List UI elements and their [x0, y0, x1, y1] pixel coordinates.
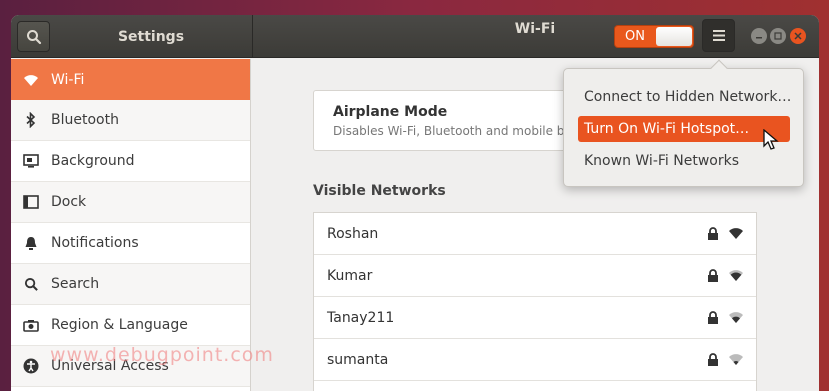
- signal-strength-icon: [729, 312, 743, 323]
- sidebar-item-dock[interactable]: Dock: [11, 182, 250, 223]
- search-icon: [23, 276, 39, 292]
- sidebar-item-search[interactable]: Search: [11, 264, 250, 305]
- search-button[interactable]: [17, 21, 50, 52]
- sidebar-item-bluetooth[interactable]: Bluetooth: [11, 100, 250, 141]
- visible-networks-heading: Visible Networks: [313, 183, 446, 199]
- airplane-mode-title: Airplane Mode: [333, 104, 448, 120]
- airplane-mode-row[interactable]: Airplane Mode Disables Wi-Fi, Bluetooth …: [313, 90, 622, 151]
- page-title: Wi-Fi: [514, 21, 556, 37]
- signal-strength-icon: [729, 228, 743, 239]
- network-name: sumanta: [327, 351, 389, 368]
- network-row[interactable]: Roshan: [314, 213, 756, 255]
- menu-item-wifi-hotspot[interactable]: Turn On Wi-Fi Hotspot…: [578, 116, 790, 142]
- sidebar-item-label: Notifications: [51, 235, 139, 251]
- sidebar: Wi-Fi Bluetooth Background Dock Notifica…: [11, 59, 251, 391]
- sidebar-item-label: Bluetooth: [51, 112, 119, 128]
- hamburger-icon: [712, 30, 725, 41]
- sidebar-item-notifications[interactable]: Notifications: [11, 223, 250, 264]
- toggle-label: ON: [625, 29, 645, 44]
- sidebar-item-label: Background: [51, 153, 135, 169]
- network-row[interactable]: Tanay211: [314, 297, 756, 339]
- toggle-knob[interactable]: [656, 27, 692, 46]
- network-list: Roshan Kumar Tanay211 sumanta: [313, 212, 757, 391]
- signal-strength-icon: [729, 354, 743, 365]
- sidebar-item-label: Dock: [51, 194, 87, 210]
- camera-icon: [23, 317, 39, 333]
- minimize-button[interactable]: [751, 28, 767, 44]
- title-divider: [252, 15, 253, 58]
- accessibility-icon: [23, 358, 39, 374]
- lock-icon: [708, 269, 718, 282]
- maximize-icon: [774, 32, 782, 40]
- menu-item-known-networks[interactable]: Known Wi-Fi Networks: [578, 148, 790, 174]
- maximize-button[interactable]: [770, 28, 786, 44]
- bell-icon: [23, 235, 39, 251]
- menu-button[interactable]: [702, 19, 735, 52]
- dock-icon: [23, 194, 39, 210]
- lock-icon: [708, 353, 718, 366]
- sidebar-item-label: Wi-Fi: [51, 71, 85, 88]
- sidebar-item-background[interactable]: Background: [11, 141, 250, 182]
- sidebar-item-label: Region & Language: [51, 317, 188, 333]
- watermark: www.debugpoint.com: [50, 344, 274, 366]
- mouse-cursor-icon: [763, 129, 779, 150]
- wifi-menu-popover: Connect to Hidden Network… Turn On Wi-Fi…: [563, 59, 804, 187]
- close-icon: [794, 32, 802, 40]
- background-icon: [23, 153, 39, 169]
- bluetooth-icon: [23, 112, 39, 128]
- sidebar-item-region-language[interactable]: Region & Language: [11, 305, 250, 346]
- network-name: Kumar: [327, 267, 373, 284]
- lock-icon: [708, 311, 718, 324]
- menu-item-connect-hidden[interactable]: Connect to Hidden Network…: [578, 84, 791, 110]
- title-bar: Settings Wi-Fi ON: [11, 15, 819, 58]
- sidebar-item-label: Search: [51, 276, 100, 292]
- wifi-icon: [23, 72, 39, 88]
- minimize-icon: [756, 37, 762, 39]
- network-row[interactable]: sumanta: [314, 339, 756, 381]
- wifi-toggle[interactable]: ON: [614, 25, 694, 48]
- sidebar-item-wifi[interactable]: Wi-Fi: [11, 59, 250, 100]
- lock-icon: [708, 227, 718, 240]
- network-name: Roshan: [327, 225, 379, 242]
- network-name: Tanay211: [327, 309, 395, 326]
- app-title: Settings: [117, 28, 185, 45]
- network-row[interactable]: Kumar: [314, 255, 756, 297]
- search-icon: [26, 29, 41, 44]
- signal-strength-icon: [729, 270, 743, 281]
- close-button[interactable]: [790, 28, 806, 44]
